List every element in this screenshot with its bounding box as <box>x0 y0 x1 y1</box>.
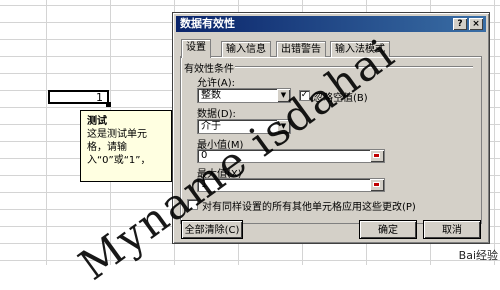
range-select-icon[interactable] <box>370 150 384 162</box>
cancel-button[interactable]: 取消 <box>423 220 481 239</box>
data-label: 数据(D): <box>197 109 236 120</box>
input-message-tooltip: 测试 这是测试单元格，请输入“0”或“1”， <box>80 110 172 182</box>
active-cell[interactable]: 1 <box>48 90 109 104</box>
ok-button[interactable]: 确定 <box>359 220 417 239</box>
tab-error-alert[interactable]: 出错警告 <box>276 41 326 57</box>
close-button[interactable]: × <box>469 18 483 30</box>
dialog-title: 数据有效性 <box>180 17 235 30</box>
input-message-title: 测试 <box>87 116 107 127</box>
dialog-titlebar[interactable]: 数据有效性 ? × <box>176 16 486 32</box>
tab-input-message[interactable]: 输入信息 <box>221 41 271 57</box>
group-label: 有效性条件 <box>184 64 234 75</box>
data-select-value: 介于 <box>201 121 221 132</box>
help-button[interactable]: ? <box>453 18 467 30</box>
input-message-body: 这是测试单元格，请输入“0”或“1”， <box>87 129 151 166</box>
data-validation-dialog: 数据有效性 ? × 设置 输入信息 出错警告 输入法模式 有效性条件 允许(A)… <box>172 12 490 244</box>
fill-handle[interactable] <box>106 102 111 107</box>
allow-select-value: 整数 <box>201 90 221 101</box>
brand-watermark: Bai经验 <box>458 249 498 262</box>
tab-settings[interactable]: 设置 <box>181 39 211 58</box>
range-select-icon[interactable] <box>370 179 384 191</box>
apply-all-label: 对有同样设置的所有其他单元格应用这些更改(P) <box>202 202 416 213</box>
cell-value: 1 <box>96 91 103 104</box>
allow-label: 允许(A): <box>197 78 236 89</box>
